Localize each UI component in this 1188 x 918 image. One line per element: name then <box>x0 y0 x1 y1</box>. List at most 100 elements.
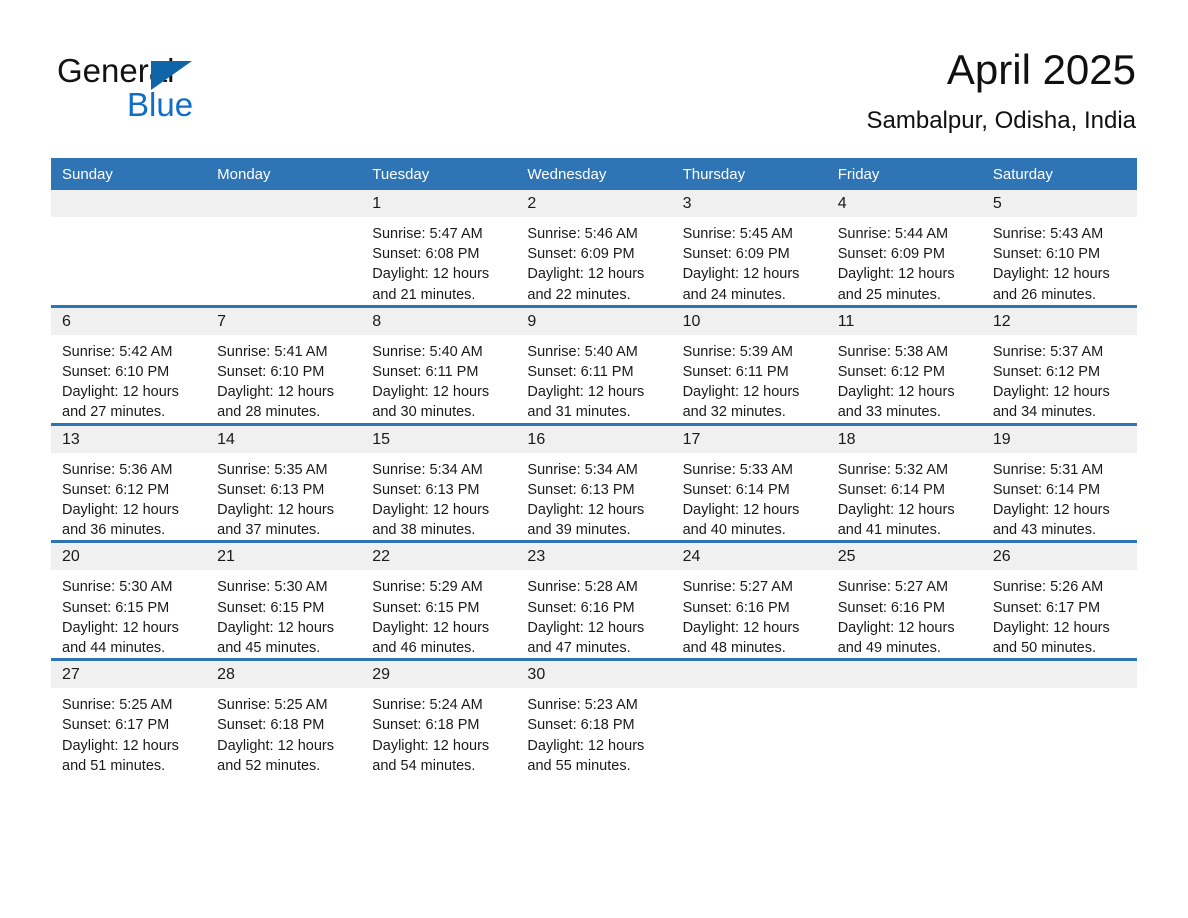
sunset-time: Sunset: 6:09 PM <box>527 246 635 263</box>
day-details: Sunrise: 5:31 AM Sunset: 6:14 PM Daylight:… <box>982 453 1137 541</box>
daylight-duration-line1: Daylight: 12 hours <box>992 619 1110 636</box>
calendar-day-cell[interactable]: 8 Sunrise: 5:40 AM Sunset: 6:11 PM Daylight… <box>361 304 517 425</box>
day-details: Sunrise: 5:35 AM Sunset: 6:13 PM Daylight:… <box>206 453 361 541</box>
calendar-day-cell[interactable]: 30 Sunrise: 5:23 AM Sunset: 6:18 PM Dayligh… <box>516 658 672 777</box>
sunset-time: Sunset: 6:12 PM <box>62 481 170 498</box>
day-number <box>51 190 207 217</box>
daylight-duration-line2: and 49 minutes. <box>837 640 941 657</box>
calendar-day-cell[interactable]: 19 Sunrise: 5:31 AM Sunset: 6:14 PM Dayligh… <box>981 422 1137 542</box>
calendar-day-cell[interactable]: 12 Sunrise: 5:37 AM Sunset: 6:12 PM Dayligh… <box>981 304 1137 425</box>
daylight-duration-line2: and 24 minutes. <box>682 286 786 303</box>
daylight-duration-line2: and 38 minutes. <box>372 522 476 539</box>
day-details: Sunrise: 5:34 AM Sunset: 6:13 PM Daylight:… <box>516 453 671 541</box>
calendar-day-cell[interactable]: 1 Sunrise: 5:47 AM Sunset: 6:08 PM Daylight… <box>361 190 517 306</box>
day-number: 19 <box>981 425 1137 453</box>
daylight-duration-line2: and 34 minutes. <box>992 404 1097 421</box>
calendar-day-cell[interactable]: 10 Sunrise: 5:39 AM Sunset: 6:11 PM Dayligh… <box>671 304 827 425</box>
sunset-time: Sunset: 6:11 PM <box>527 364 634 381</box>
calendar-day-cell[interactable]: 9 Sunrise: 5:40 AM Sunset: 6:11 PM Daylight… <box>516 304 672 425</box>
sunset-time: Sunset: 6:10 PM <box>62 364 170 381</box>
daylight-duration-line1: Daylight: 12 hours <box>682 619 800 636</box>
daylight-duration-line2: and 48 minutes. <box>682 640 786 657</box>
calendar-day-cell[interactable]: 11 Sunrise: 5:38 AM Sunset: 6:12 PM Dayligh… <box>826 304 982 425</box>
calendar-day-cell[interactable]: 7 Sunrise: 5:41 AM Sunset: 6:10 PM Daylight… <box>206 304 362 425</box>
day-number <box>826 661 982 689</box>
sunrise-time: Sunrise: 5:29 AM <box>372 579 483 596</box>
calendar-day-cell[interactable]: 28 Sunrise: 5:25 AM Sunset: 6:18 PM Dayligh… <box>206 658 362 777</box>
day-number <box>981 661 1137 689</box>
calendar-day-cell[interactable]: 17 Sunrise: 5:33 AM Sunset: 6:14 PM Dayligh… <box>671 422 827 542</box>
daylight-duration-line1: Daylight: 12 hours <box>527 737 645 754</box>
daylight-duration-line1: Daylight: 12 hours <box>217 502 335 519</box>
sunrise-time: Sunrise: 5:47 AM <box>372 226 483 242</box>
day-number: 25 <box>826 543 982 571</box>
sunrise-time: Sunrise: 5:42 AM <box>62 343 173 360</box>
day-details: Sunrise: 5:26 AM Sunset: 6:17 PM Daylight:… <box>982 570 1137 658</box>
daylight-duration-line2: and 37 minutes. <box>217 522 321 539</box>
daylight-duration-line1: Daylight: 12 hours <box>837 266 955 283</box>
calendar-day-cell[interactable]: 6 Sunrise: 5:42 AM Sunset: 6:10 PM Daylight… <box>51 304 207 425</box>
day-number: 15 <box>361 425 517 453</box>
calendar-day-cell[interactable]: 23 Sunrise: 5:28 AM Sunset: 6:16 PM Dayligh… <box>516 540 672 660</box>
day-details: Sunrise: 5:41 AM Sunset: 6:10 PM Daylight:… <box>206 335 361 423</box>
day-number: 3 <box>671 190 827 217</box>
calendar-day-cell[interactable]: 24 Sunrise: 5:27 AM Sunset: 6:16 PM Dayligh… <box>671 540 827 660</box>
daylight-duration-line1: Daylight: 12 hours <box>372 384 490 401</box>
sunrise-time: Sunrise: 5:45 AM <box>682 226 793 242</box>
daylight-duration-line2: and 39 minutes. <box>527 522 631 539</box>
calendar-day-cell[interactable]: 22 Sunrise: 5:29 AM Sunset: 6:15 PM Dayligh… <box>361 540 517 660</box>
logo-text-blue: Blue <box>127 86 194 123</box>
day-details: Sunrise: 5:42 AM Sunset: 6:10 PM Daylight:… <box>51 335 206 423</box>
day-number: 27 <box>51 661 207 689</box>
sunrise-time: Sunrise: 5:46 AM <box>527 226 638 242</box>
calendar-week-row: 13 Sunrise: 5:36 AM Sunset: 6:12 PM Dayligh… <box>51 422 1137 542</box>
calendar-cell-empty <box>206 190 362 306</box>
daylight-duration-line2: and 51 minutes. <box>62 757 166 774</box>
sunset-time: Sunset: 6:17 PM <box>62 717 170 734</box>
day-details: Sunrise: 5:38 AM Sunset: 6:12 PM Daylight:… <box>827 335 982 423</box>
calendar-day-cell[interactable]: 27 Sunrise: 5:25 AM Sunset: 6:17 PM Dayligh… <box>51 658 207 777</box>
calendar-day-cell[interactable]: 13 Sunrise: 5:36 AM Sunset: 6:12 PM Dayligh… <box>51 422 207 542</box>
calendar-day-cell[interactable]: 14 Sunrise: 5:35 AM Sunset: 6:13 PM Dayligh… <box>206 422 362 542</box>
sunrise-time: Sunrise: 5:28 AM <box>527 579 638 596</box>
day-number: 11 <box>826 307 982 335</box>
calendar-grid: Sunday Monday Tuesday Wednesday Thursday… <box>51 158 1137 777</box>
calendar-day-cell[interactable]: 2 Sunrise: 5:46 AM Sunset: 6:09 PM Daylight… <box>516 190 672 306</box>
daylight-duration-line1: Daylight: 12 hours <box>62 619 179 636</box>
calendar-cell-empty <box>671 658 827 777</box>
day-number: 21 <box>206 543 362 571</box>
calendar-day-cell[interactable]: 25 Sunrise: 5:27 AM Sunset: 6:16 PM Dayligh… <box>826 540 982 660</box>
daylight-duration-line2: and 25 minutes. <box>837 286 941 303</box>
day-details: Sunrise: 5:40 AM Sunset: 6:11 PM Daylight:… <box>516 335 671 423</box>
sunrise-time: Sunrise: 5:26 AM <box>992 579 1104 596</box>
calendar-day-cell[interactable]: 16 Sunrise: 5:34 AM Sunset: 6:13 PM Dayligh… <box>516 422 672 542</box>
calendar-day-cell[interactable]: 29 Sunrise: 5:24 AM Sunset: 6:18 PM Dayligh… <box>361 658 517 777</box>
weekday-header-friday: Friday <box>826 158 982 190</box>
calendar-day-cell[interactable]: 26 Sunrise: 5:26 AM Sunset: 6:17 PM Dayligh… <box>981 540 1137 660</box>
sunrise-time: Sunrise: 5:35 AM <box>217 461 328 478</box>
daylight-duration-line1: Daylight: 12 hours <box>682 266 800 283</box>
sunrise-time: Sunrise: 5:40 AM <box>372 343 483 360</box>
daylight-duration-line2: and 44 minutes. <box>62 640 166 657</box>
daylight-duration-line2: and 43 minutes. <box>992 522 1097 539</box>
daylight-duration-line2: and 30 minutes. <box>372 404 476 421</box>
daylight-duration-line2: and 40 minutes. <box>682 522 786 539</box>
calendar-day-cell[interactable]: 20 Sunrise: 5:30 AM Sunset: 6:15 PM Dayligh… <box>51 540 207 660</box>
general-blue-logo[interactable]: General Blue <box>57 52 357 132</box>
daylight-duration-line1: Daylight: 12 hours <box>527 502 645 519</box>
daylight-duration-line1: Daylight: 12 hours <box>217 619 335 636</box>
calendar-day-cell[interactable]: 18 Sunrise: 5:32 AM Sunset: 6:14 PM Dayligh… <box>826 422 982 542</box>
day-details: Sunrise: 5:30 AM Sunset: 6:15 PM Daylight:… <box>206 570 361 658</box>
sunrise-time: Sunrise: 5:38 AM <box>837 343 949 360</box>
sunrise-time: Sunrise: 5:27 AM <box>682 579 793 596</box>
day-number <box>206 190 362 217</box>
calendar-day-cell[interactable]: 5 Sunrise: 5:43 AM Sunset: 6:10 PM Daylight… <box>981 190 1137 306</box>
calendar-day-cell[interactable]: 21 Sunrise: 5:30 AM Sunset: 6:15 PM Dayligh… <box>206 540 362 660</box>
daylight-duration-line2: and 27 minutes. <box>62 404 166 421</box>
calendar-day-cell[interactable]: 3 Sunrise: 5:45 AM Sunset: 6:09 PM Daylight… <box>671 190 827 306</box>
weekday-header-monday: Monday <box>206 158 362 190</box>
sunset-time: Sunset: 6:13 PM <box>372 481 480 498</box>
calendar-day-cell[interactable]: 15 Sunrise: 5:34 AM Sunset: 6:13 PM Dayligh… <box>361 422 517 542</box>
day-number: 7 <box>206 307 362 335</box>
calendar-day-cell[interactable]: 4 Sunrise: 5:44 AM Sunset: 6:09 PM Daylight… <box>826 190 982 306</box>
